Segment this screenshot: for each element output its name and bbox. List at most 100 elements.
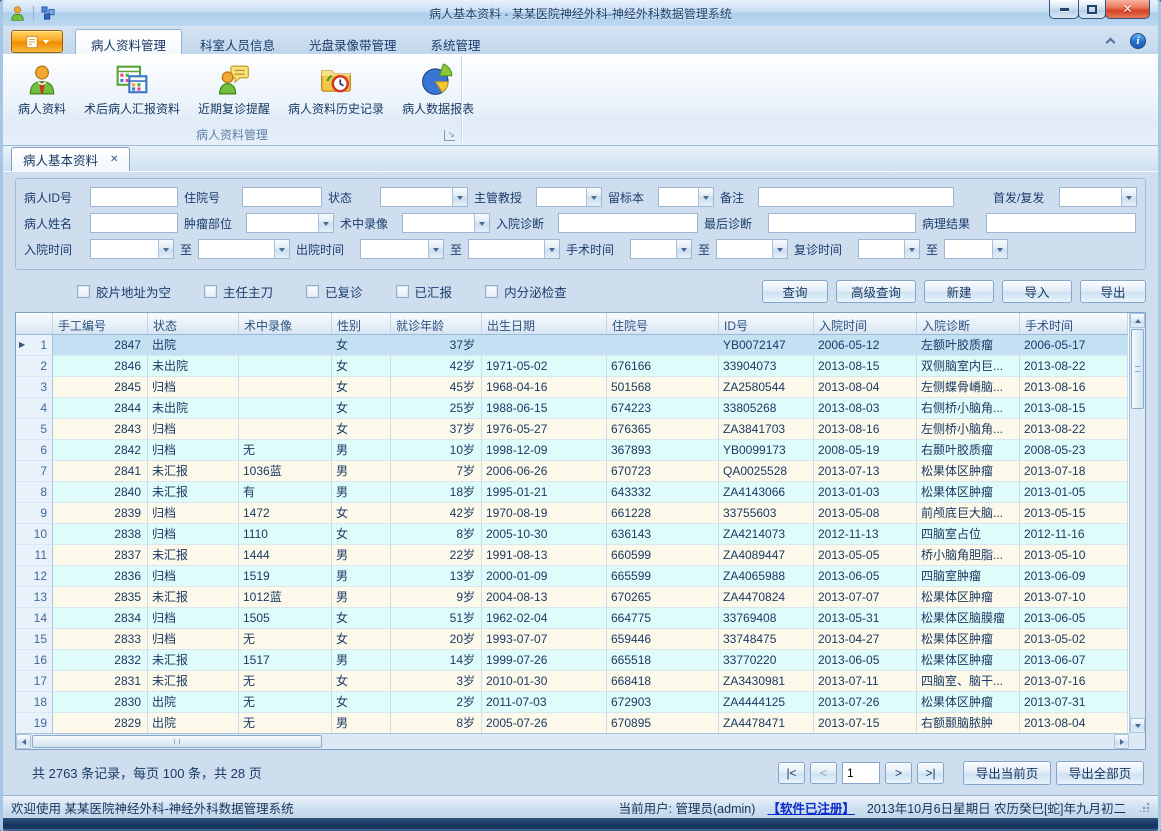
admission-date-from-combo[interactable] bbox=[90, 239, 174, 259]
info-icon[interactable]: i bbox=[1130, 33, 1146, 49]
column-header-3[interactable]: 术中录像 bbox=[239, 313, 332, 334]
dropdown-arrow-icon[interactable] bbox=[428, 240, 443, 258]
table-row[interactable]: 102838归档1110女8岁2005-10-30636143ZA4214073… bbox=[16, 524, 1128, 545]
tab-patient-basic-info[interactable]: 病人基本资料 ✕ bbox=[11, 147, 130, 171]
dropdown-arrow-icon[interactable] bbox=[318, 214, 333, 232]
new-button[interactable]: 新建 bbox=[924, 280, 994, 303]
reported-checkbox[interactable]: 已汇报 bbox=[396, 282, 453, 301]
history-record-button[interactable]: 病人资料历史记录 bbox=[279, 59, 393, 119]
table-row[interactable]: 42844未出院女25岁1988-06-15674223338052682013… bbox=[16, 398, 1128, 419]
last-page-button[interactable]: >| bbox=[917, 762, 944, 784]
collapse-ribbon-icon[interactable] bbox=[1106, 38, 1116, 48]
app-logo-icon[interactable] bbox=[9, 5, 26, 22]
column-header-6[interactable]: 出生日期 bbox=[482, 313, 607, 334]
close-button[interactable]: ✕ bbox=[1105, 0, 1150, 19]
column-header-11[interactable]: 手术时间 bbox=[1020, 313, 1128, 334]
admission-date-to-combo[interactable] bbox=[198, 239, 290, 259]
table-row[interactable]: 22846未出院女42岁1971-05-02676166339040732013… bbox=[16, 356, 1128, 377]
chief-surgeon-checkbox[interactable]: 主任主刀 bbox=[204, 282, 273, 301]
table-row[interactable]: 82840未汇报有男18岁1995-01-21643332ZA414306620… bbox=[16, 482, 1128, 503]
admission-no-input[interactable] bbox=[242, 187, 322, 207]
dropdown-arrow-icon[interactable] bbox=[1121, 188, 1136, 206]
remark-input[interactable] bbox=[758, 187, 954, 207]
import-button[interactable]: 导入 bbox=[1002, 280, 1072, 303]
prev-page-button[interactable]: < bbox=[810, 762, 837, 784]
patient-info-button[interactable]: 病人资料 bbox=[9, 59, 75, 119]
table-row[interactable]: 72841未汇报1036蓝男7岁2006-06-26670723QA002552… bbox=[16, 461, 1128, 482]
table-row[interactable]: 142834归档1505女51岁1962-02-0466477533769408… bbox=[16, 608, 1128, 629]
revisit-reminder-button[interactable]: 近期复诊提醒 bbox=[189, 59, 279, 119]
ribbon-tab-patient-management[interactable]: 病人资料管理 bbox=[75, 29, 182, 54]
revisit-date-from-combo[interactable] bbox=[858, 239, 920, 259]
column-header-0[interactable] bbox=[16, 313, 53, 334]
advanced-query-button[interactable]: 高级查询 bbox=[836, 280, 916, 303]
resize-grip[interactable] bbox=[1140, 802, 1150, 812]
table-row[interactable]: 62842归档无男10岁1998-12-09367893YB0099173200… bbox=[16, 440, 1128, 461]
revisited-checkbox[interactable]: 已复诊 bbox=[306, 282, 363, 301]
scroll-down-icon[interactable] bbox=[1130, 718, 1145, 733]
vertical-scroll-track[interactable] bbox=[1130, 410, 1145, 718]
revisit-date-to-combo[interactable] bbox=[944, 239, 1008, 259]
tab-close-icon[interactable]: ✕ bbox=[110, 154, 118, 165]
ribbon-tab-system-management[interactable]: 系统管理 bbox=[415, 29, 497, 54]
scroll-left-icon[interactable] bbox=[16, 734, 31, 749]
table-row[interactable]: 122836归档1519男13岁2000-01-09665599ZA406598… bbox=[16, 566, 1128, 587]
dropdown-arrow-icon[interactable] bbox=[904, 240, 919, 258]
horizontal-scroll-thumb[interactable] bbox=[32, 735, 322, 748]
surgery-date-to-combo[interactable] bbox=[716, 239, 788, 259]
ribbon-tab-department-staff[interactable]: 科室人员信息 bbox=[184, 29, 291, 54]
query-button[interactable]: 查询 bbox=[762, 280, 828, 303]
dropdown-arrow-icon[interactable] bbox=[544, 240, 559, 258]
horizontal-scrollbar[interactable] bbox=[16, 733, 1129, 749]
first-recurrence-combo[interactable] bbox=[1059, 187, 1137, 207]
app-menu-button[interactable] bbox=[11, 30, 63, 53]
column-header-2[interactable]: 状态 bbox=[148, 313, 239, 334]
surgery-date-from-combo[interactable] bbox=[630, 239, 692, 259]
table-row[interactable]: 52843归档女37岁1976-05-27676365ZA38417032013… bbox=[16, 419, 1128, 440]
dropdown-arrow-icon[interactable] bbox=[772, 240, 787, 258]
specimen-combo[interactable] bbox=[658, 187, 714, 207]
registered-link[interactable]: 【软件已注册】 bbox=[767, 798, 855, 817]
final-diagnosis-input[interactable] bbox=[768, 213, 916, 233]
table-row[interactable]: 152833归档无女20岁1993-07-0765944633748475201… bbox=[16, 629, 1128, 650]
discharge-date-to-combo[interactable] bbox=[468, 239, 560, 259]
column-header-4[interactable]: 性别 bbox=[332, 313, 391, 334]
table-row[interactable]: 32845归档女45岁1968-04-16501568ZA25805442013… bbox=[16, 377, 1128, 398]
dropdown-arrow-icon[interactable] bbox=[474, 214, 489, 232]
dropdown-arrow-icon[interactable] bbox=[992, 240, 1007, 258]
status-combo[interactable] bbox=[380, 187, 468, 207]
dropdown-arrow-icon[interactable] bbox=[274, 240, 289, 258]
table-row[interactable]: 182830出院无女2岁2011-07-03672903ZA4444125201… bbox=[16, 692, 1128, 713]
export-current-page-button[interactable]: 导出当前页 bbox=[963, 761, 1051, 785]
table-row[interactable]: 132835未汇报1012蓝男9岁2004-08-13670265ZA44708… bbox=[16, 587, 1128, 608]
discharge-date-from-combo[interactable] bbox=[360, 239, 444, 259]
scroll-up-icon[interactable] bbox=[1130, 313, 1145, 328]
table-row[interactable]: 172831未汇报无女3岁2010-01-30668418ZA343098120… bbox=[16, 671, 1128, 692]
dropdown-arrow-icon[interactable] bbox=[698, 188, 713, 206]
dropdown-arrow-icon[interactable] bbox=[452, 188, 467, 206]
checkbox-icon[interactable] bbox=[396, 285, 409, 298]
column-header-8[interactable]: ID号 bbox=[719, 313, 814, 334]
checkbox-icon[interactable] bbox=[485, 285, 498, 298]
dropdown-arrow-icon[interactable] bbox=[586, 188, 601, 206]
table-row[interactable]: ▶12847出院女37岁YB00721472006-05-12左额叶胶质瘤200… bbox=[16, 335, 1128, 356]
pathology-result-input[interactable] bbox=[986, 213, 1136, 233]
first-page-button[interactable]: |< bbox=[778, 762, 805, 784]
patient-name-input[interactable] bbox=[90, 213, 178, 233]
checkbox-icon[interactable] bbox=[306, 285, 319, 298]
postop-report-button[interactable]: 术后病人汇报资料 bbox=[75, 59, 189, 119]
checkbox-icon[interactable] bbox=[204, 285, 217, 298]
vertical-scroll-thumb[interactable] bbox=[1131, 329, 1144, 409]
endocrine-exam-checkbox[interactable]: 内分泌检查 bbox=[485, 282, 567, 301]
column-header-5[interactable]: 就诊年龄 bbox=[391, 313, 482, 334]
column-header-10[interactable]: 入院诊断 bbox=[917, 313, 1020, 334]
quick-access-icon[interactable] bbox=[41, 6, 55, 20]
page-number-input[interactable] bbox=[842, 762, 880, 784]
dropdown-arrow-icon[interactable] bbox=[158, 240, 173, 258]
export-button[interactable]: 导出 bbox=[1080, 280, 1146, 303]
tumor-site-combo[interactable] bbox=[246, 213, 334, 233]
patient-id-input[interactable] bbox=[90, 187, 178, 207]
dialog-launcher-icon[interactable]: ↘ bbox=[444, 130, 455, 141]
table-row[interactable]: 162832未汇报1517男14岁1999-07-266655183377022… bbox=[16, 650, 1128, 671]
admission-diagnosis-input[interactable] bbox=[558, 213, 698, 233]
